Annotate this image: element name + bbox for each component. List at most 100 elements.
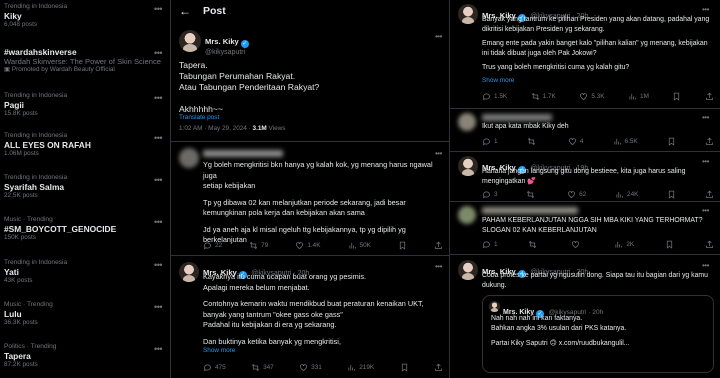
reply-text: PAHAM KEBERLANJUTAN NGGA SIH MBA KIKI YA… (482, 217, 703, 234)
trend-item-promoted[interactable]: #wardahskinverse Wardah Skinverse: The P… (4, 47, 166, 74)
repost-icon (251, 363, 260, 372)
avatar[interactable] (179, 262, 199, 282)
more-icon[interactable]: ••• (154, 93, 162, 103)
trend-item[interactable]: Music · Trending #SM_BOYCOTT_GENOCIDE 15… (4, 216, 166, 242)
like-button[interactable]: 4 (568, 137, 583, 146)
more-icon[interactable]: ••• (154, 344, 162, 354)
repost-button[interactable] (526, 190, 538, 199)
reply-button[interactable]: 22 (203, 241, 222, 250)
repost-icon (527, 137, 535, 146)
like-button[interactable]: 1.4K (295, 241, 320, 250)
more-icon[interactable]: ••• (702, 113, 709, 122)
avatar[interactable] (458, 4, 478, 24)
repost-button[interactable]: 1.7K (531, 92, 556, 101)
bookmark-button[interactable] (398, 241, 407, 250)
bookmark-button[interactable] (400, 363, 409, 372)
like-button[interactable] (571, 240, 583, 249)
author-name: Mrs. Kiky (205, 37, 239, 46)
more-icon[interactable]: ••• (154, 302, 162, 312)
bookmark-button[interactable] (665, 240, 674, 249)
views-button[interactable]: 50K (348, 241, 371, 250)
avatar[interactable] (458, 113, 476, 131)
trend-meta: Trending in Indonesia (4, 174, 68, 181)
more-icon[interactable]: ••• (702, 157, 709, 166)
views-button[interactable]: 2K (614, 240, 634, 249)
more-icon[interactable]: ••• (702, 5, 709, 14)
bookmark-button[interactable] (672, 92, 681, 101)
divider (171, 141, 449, 142)
verified-badge-icon: ✓ (240, 40, 249, 48)
bookmark-button[interactable] (667, 137, 676, 146)
more-icon[interactable]: ••• (702, 206, 709, 215)
show-more-link[interactable]: Show more (203, 347, 235, 354)
more-icon[interactable]: ••• (154, 217, 162, 227)
translate-link[interactable]: Translate post (179, 114, 219, 121)
more-icon[interactable]: ••• (154, 48, 162, 58)
more-icon[interactable]: ••• (154, 4, 162, 14)
heart-icon (568, 191, 575, 198)
post-author[interactable]: Mrs. Kiky ✓ @kikysaputri (205, 31, 249, 56)
share-button[interactable] (705, 190, 714, 199)
avatar[interactable] (458, 156, 478, 176)
reply-actions: 22 79 1.4K 50K (203, 241, 443, 250)
bookmark-button[interactable] (667, 190, 676, 199)
more-icon[interactable]: ••• (435, 262, 442, 271)
share-button[interactable] (705, 137, 714, 146)
trend-count: 150K posts (4, 234, 36, 241)
repost-button[interactable]: 79 (249, 241, 268, 250)
reply-button[interactable]: 475 (203, 363, 226, 372)
heart-icon (572, 241, 580, 248)
like-button[interactable]: 5.3K (579, 92, 605, 101)
views-icon (614, 138, 621, 145)
views-button[interactable]: 219K (347, 363, 374, 372)
heart-icon (568, 138, 576, 145)
more-icon[interactable]: ••• (702, 261, 709, 270)
reply-button[interactable]: 1 (482, 240, 498, 249)
divider (171, 255, 449, 256)
avatar[interactable] (179, 148, 199, 168)
trend-item[interactable]: Trending in Indonesia Yati 43K posts ••• (4, 259, 166, 285)
divider (450, 254, 720, 255)
share-button[interactable] (705, 240, 714, 249)
reply-button[interactable]: 3 (482, 190, 498, 199)
views-button[interactable]: 1M (628, 92, 649, 101)
trend-item[interactable]: Trending in Indonesia Kiky 6,048 posts •… (4, 3, 166, 29)
blurred-username (482, 114, 552, 121)
bookmark-icon (401, 363, 407, 372)
repost-button[interactable] (527, 137, 539, 146)
views-button[interactable]: 24K (615, 190, 638, 199)
trend-item[interactable]: Music · Trending Lulu 36.3K posts ••• (4, 301, 166, 327)
more-icon[interactable]: ••• (435, 149, 442, 158)
avatar[interactable] (458, 260, 478, 280)
more-icon[interactable]: ••• (154, 260, 162, 270)
trend-item[interactable]: Trending in Indonesia Syarifah Salma 22.… (4, 174, 166, 200)
like-button[interactable]: 331 (299, 363, 322, 372)
reply-button[interactable]: 1.5K (482, 92, 507, 101)
quoted-post[interactable]: Mrs. Kiky ✓ @kikysaputri · 20h Nah nah na… (482, 295, 714, 373)
reply-icon (482, 241, 490, 249)
trend-item[interactable]: Trending in Indonesia ALL EYES ON RAFAH … (4, 132, 166, 158)
trend-item[interactable]: Trending in Indonesia Pagii 15.8K posts … (4, 92, 166, 118)
more-icon[interactable]: ••• (435, 32, 442, 41)
repost-button[interactable] (528, 240, 540, 249)
share-icon (706, 190, 713, 198)
repost-button[interactable]: 347 (251, 363, 274, 372)
trend-count: 1.06M posts (4, 150, 39, 157)
share-button[interactable] (434, 241, 443, 250)
back-arrow-icon[interactable]: ← (179, 5, 191, 17)
reply-button[interactable]: 1 (482, 137, 498, 146)
bookmark-icon (399, 241, 406, 250)
share-button[interactable] (705, 92, 714, 101)
avatar[interactable] (458, 206, 476, 224)
divider (450, 201, 720, 202)
more-icon[interactable]: ••• (154, 133, 162, 143)
share-button[interactable] (434, 363, 443, 372)
show-more-link[interactable]: Show more (482, 77, 514, 84)
more-icon[interactable]: ••• (154, 175, 162, 185)
repost-icon (527, 190, 535, 199)
like-button[interactable]: 62 (567, 190, 586, 199)
views-button[interactable]: 6.5K (613, 137, 638, 146)
trend-item[interactable]: Politics · Trending Tapera 87.2K posts •… (4, 343, 166, 369)
bookmark-icon (668, 137, 674, 146)
avatar[interactable] (179, 30, 201, 52)
